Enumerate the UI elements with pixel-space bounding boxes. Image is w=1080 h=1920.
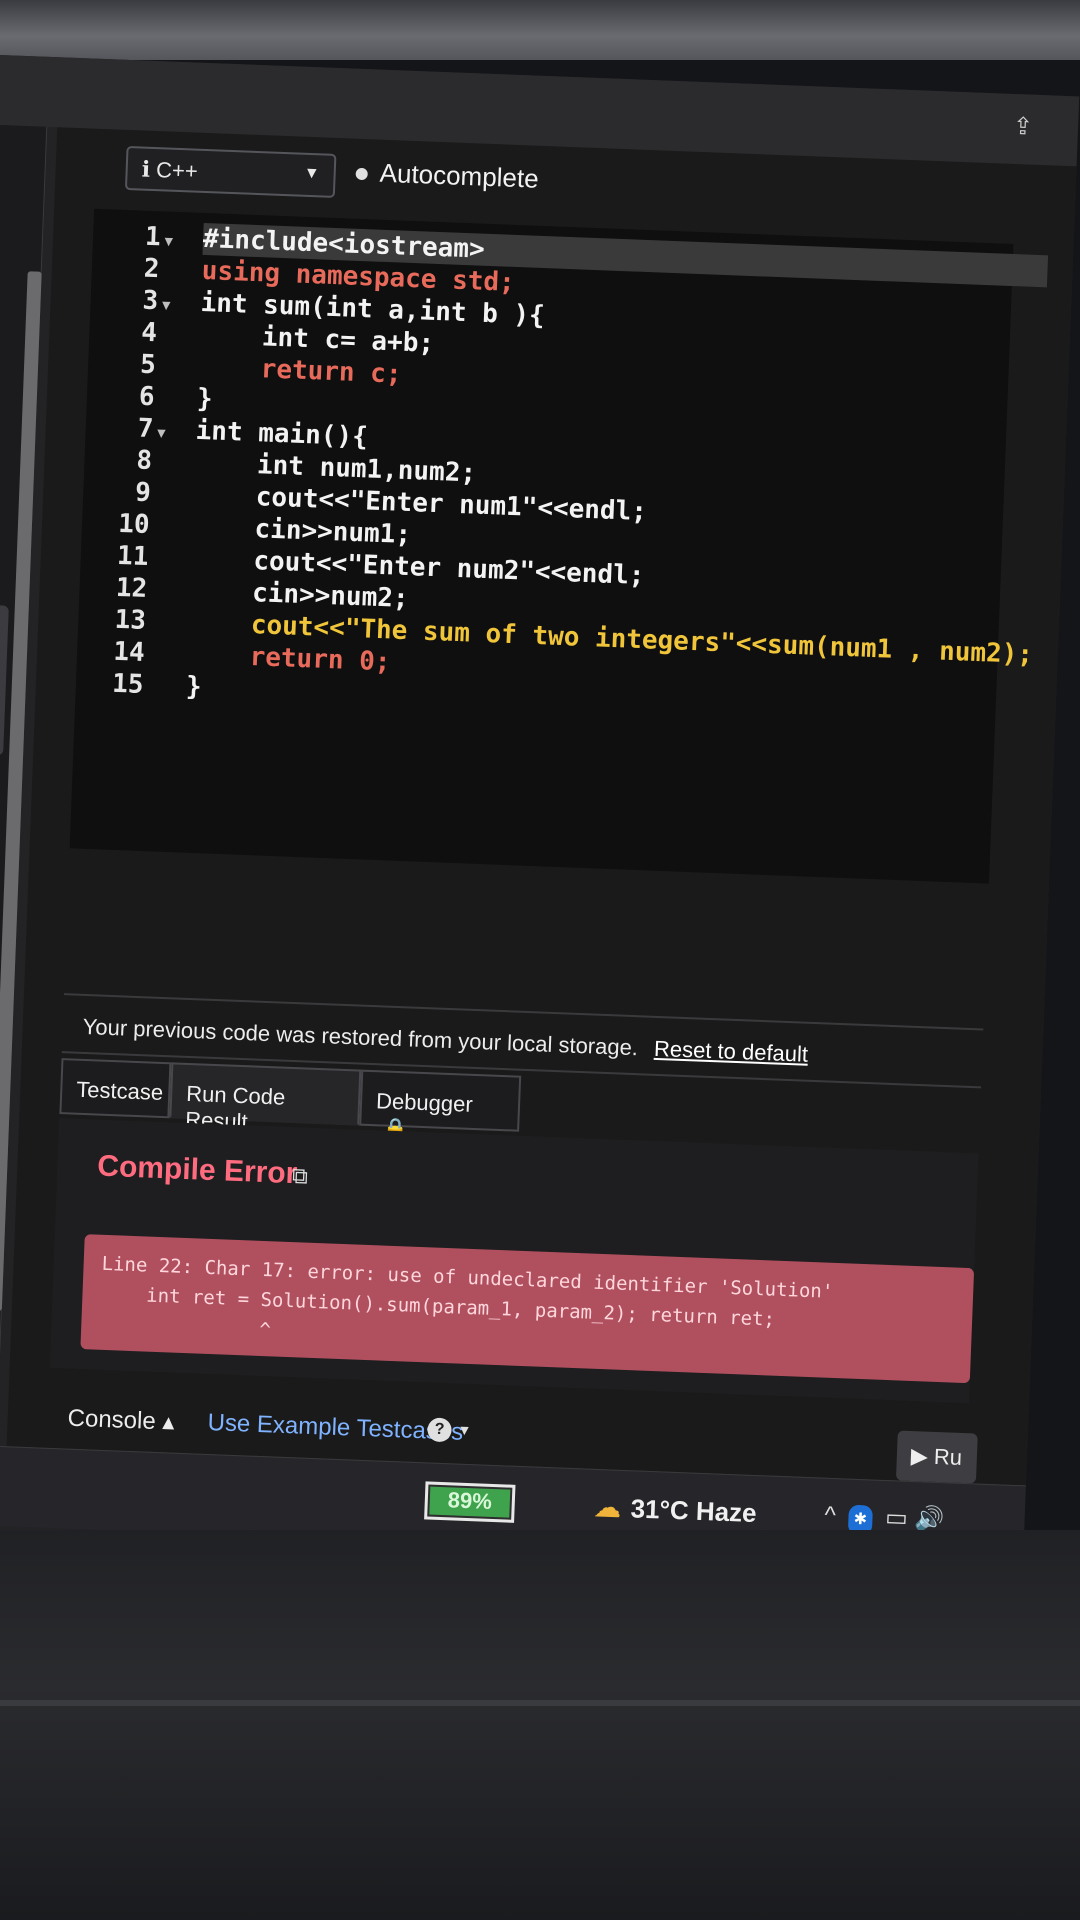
laptop-bezel-bottom — [0, 1530, 1080, 1920]
run-button[interactable]: ▶ Ru — [895, 1430, 978, 1484]
line-number: 14 — [112, 636, 146, 668]
use-example-testcases-link[interactable]: Use Example Testcases — [207, 1409, 464, 1447]
line-number: 11 — [116, 540, 149, 573]
line-number: 1 ▼ — [144, 221, 174, 253]
line-number: 6 — [138, 381, 156, 413]
restore-message: Your previous code was restored from you… — [82, 1013, 639, 1061]
line-number: 2 — [143, 253, 161, 285]
laptop-edge — [0, 1700, 1080, 1706]
line-number: 8 — [135, 445, 153, 477]
line-number: 13 — [114, 604, 147, 637]
compile-error-title: Compile Error — [96, 1149, 298, 1191]
weather-icon: ☁ — [594, 1491, 622, 1523]
line-number: 4 — [140, 317, 158, 349]
line-number: 3 ▼ — [142, 285, 171, 317]
line-number: 5 — [139, 349, 157, 381]
language-label: C++ — [155, 157, 199, 184]
chevron-up-icon[interactable]: ^ — [824, 1502, 836, 1529]
code-editor[interactable]: 1 ▼ 2 3 ▼ 4 5 6 7 ▼ 8 9 10 11 12 13 14 15 #… — [69, 208, 1049, 884]
autocomplete-label: Autocomplete — [379, 157, 540, 194]
line-number: 15 — [111, 668, 145, 700]
weather-widget[interactable]: ☁ 31°C Haze — [594, 1492, 757, 1529]
line-number: 12 — [115, 572, 148, 605]
weather-text: 31°C Haze — [630, 1493, 758, 1529]
line-number: 7 ▼ — [137, 413, 166, 445]
copy-icon[interactable]: ⧉ — [292, 1163, 309, 1190]
share-icon[interactable]: ⇪ — [1007, 112, 1038, 143]
caret-up-icon: ▴ — [161, 1408, 175, 1436]
error-message-box: Line 22: Char 17: error: use of undeclar… — [80, 1234, 975, 1384]
screen: ⇪ ☆ ℹ C++ ▼ Autocomplete 1▼ 2 3▼ 4 5 6 7… — [0, 55, 1080, 1576]
battery-percent: 89% — [447, 1487, 493, 1514]
chevron-down-icon[interactable]: ▼ — [457, 1422, 471, 1439]
autocomplete-toggle[interactable]: Autocomplete — [355, 157, 539, 195]
tab-debugger[interactable]: Debugger🔒 — [359, 1069, 522, 1140]
laptop-bezel-top — [0, 0, 1080, 60]
console-button[interactable]: Console ▴ — [67, 1404, 175, 1437]
result-panel: Compile Error ⧉ Line 22: Char 17: error:… — [49, 1118, 979, 1404]
line-number: 10 — [117, 508, 151, 541]
tab-testcase[interactable]: Testcase — [59, 1058, 172, 1119]
battery-indicator[interactable]: 89% — [424, 1481, 516, 1523]
tab-run-code-result[interactable]: Run Code Result — [169, 1062, 362, 1134]
line-number: 9 — [134, 477, 152, 509]
network-icon[interactable]: ▭ — [885, 1504, 909, 1532]
code-lines: #include<iostream> using namespace std; … — [185, 222, 1049, 735]
chevron-down-icon: ▼ — [303, 164, 320, 183]
left-panel-card[interactable] — [0, 604, 9, 756]
reset-to-default-link[interactable]: Reset to default — [654, 1036, 809, 1067]
toggle-dot-icon — [355, 167, 368, 181]
language-select[interactable]: ℹ C++ ▼ — [124, 145, 337, 198]
line-gutter: 1 ▼ 2 3 ▼ 4 5 6 7 ▼ 8 9 10 11 12 13 14 15 — [75, 219, 174, 702]
